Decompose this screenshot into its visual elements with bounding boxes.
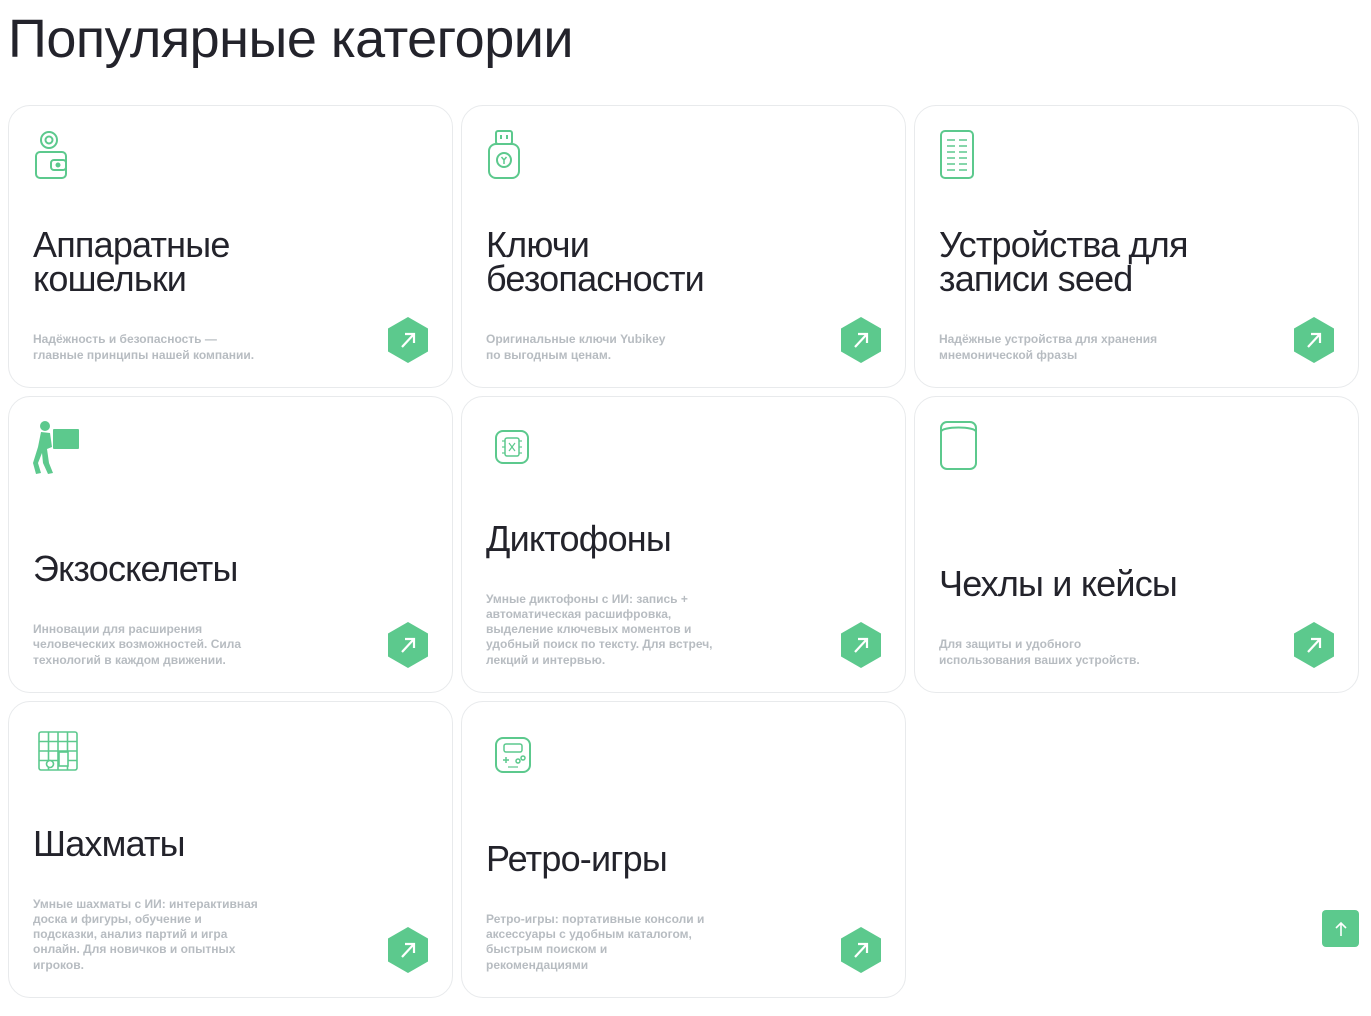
card-description: Для защиты и удобного использования ваши… [939, 637, 1140, 667]
wallet-icon [33, 128, 81, 184]
category-card-hardware-wallets[interactable]: Аппаратные кошельки Надёжность и безопас… [8, 105, 453, 388]
category-card-voice-recorders[interactable]: Диктофоны Умные диктофоны с ИИ: запись +… [461, 396, 906, 693]
arrow-up-right-icon [841, 622, 881, 668]
category-card-exoskeletons[interactable]: Экзоскелеты Инновации для расширения чел… [8, 396, 453, 693]
open-category-button[interactable] [841, 622, 881, 668]
scroll-to-top-button[interactable] [1322, 910, 1359, 947]
exoskeleton-icon [33, 419, 81, 475]
open-category-button[interactable] [388, 622, 428, 668]
card-title: Шахматы [33, 822, 186, 864]
card-title: Чехлы и кейсы [939, 563, 1178, 605]
arrow-up-right-icon [388, 622, 428, 668]
category-card-seed-devices[interactable]: Устройства для записи seed Надёжные устр… [914, 105, 1359, 388]
open-category-button[interactable] [1294, 622, 1334, 668]
open-category-button[interactable] [1294, 317, 1334, 363]
card-title: Экзоскелеты [33, 548, 238, 590]
card-title: Диктофоны [486, 517, 672, 559]
arrow-up-icon [1334, 921, 1347, 936]
card-title: Ключи безопасности [486, 224, 705, 300]
open-category-button[interactable] [388, 317, 428, 363]
arrow-up-right-icon [388, 317, 428, 363]
retro-console-icon [494, 736, 542, 792]
arrow-up-right-icon [841, 317, 881, 363]
seed-plate-icon [939, 128, 987, 184]
open-category-button[interactable] [841, 317, 881, 363]
card-description: Надёжные устройства для хранения мнемони… [939, 332, 1158, 362]
card-title: Устройства для записи seed [939, 224, 1188, 300]
usb-key-icon [486, 128, 534, 184]
card-title: Аппаратные кошельки [33, 224, 230, 300]
chess-board-icon [37, 730, 85, 786]
card-description: Надёжность и безопасность — главные прин… [33, 332, 255, 362]
card-description: Инновации для расширения человеческих во… [33, 622, 242, 667]
arrow-up-right-icon [1294, 622, 1334, 668]
arrow-up-right-icon [388, 927, 428, 973]
arrow-up-right-icon [1294, 317, 1334, 363]
category-card-retro-games[interactable]: Ретро-игры Ретро-игры: портативные консо… [461, 701, 906, 998]
category-card-security-keys[interactable]: Ключи безопасности Оригинальные ключи Yu… [461, 105, 906, 388]
card-description: Умные диктофоны с ИИ: запись + автоматич… [486, 591, 713, 667]
arrow-up-right-icon [841, 927, 881, 973]
category-card-chess[interactable]: Шахматы Умные шахматы с ИИ: интерактивна… [8, 701, 453, 998]
page-title: Популярные категории [8, 9, 574, 69]
card-description: Умные шахматы с ИИ: интерактивная доска … [33, 896, 258, 972]
category-card-cases[interactable]: Чехлы и кейсы Для защиты и удобного испо… [914, 396, 1359, 693]
open-category-button[interactable] [388, 927, 428, 973]
open-category-button[interactable] [841, 927, 881, 973]
card-description: Ретро-игры: портативные консоли и аксесс… [486, 911, 705, 972]
card-title: Ретро-игры [486, 837, 668, 879]
case-icon [939, 419, 987, 475]
card-description: Оригинальные ключи Yubikey по выгодным ц… [486, 332, 666, 362]
recorder-chip-icon [494, 427, 542, 483]
